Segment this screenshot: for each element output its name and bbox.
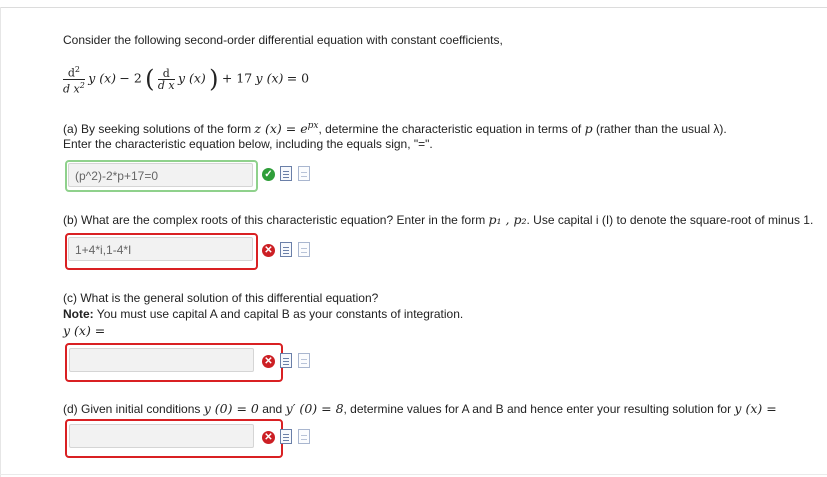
top-divider [0,7,827,8]
help-icon[interactable] [298,353,310,368]
cross-circle-icon: ✕ [262,244,275,257]
part-b-answer-input[interactable]: 1+4*i,1-4*I [68,237,253,261]
part-c-answer-input[interactable] [69,348,254,372]
part-a-prompt: (a) By seeking solutions of the form z (… [63,121,727,136]
cross-circle-icon: ✕ [262,431,275,444]
part-c-note: Note: You must use capital A and capital… [63,307,464,321]
intro-text: Consider the following second-order diff… [63,33,503,47]
part-a-instructions: Enter the characteristic equation below,… [63,137,433,151]
eq-y-2: y (x) [177,70,206,86]
second-derivative-fraction: d2 d x2 [63,65,85,96]
eq-minus-two: − 2 [119,70,142,86]
eq-y-1: y (x) [88,70,117,86]
part-d-prompt: (d) Given initial conditions y (0) = 0 a… [63,401,777,416]
part-c-prompt: (c) What is the general solution of this… [63,291,379,305]
part-b-prompt: (b) What are the complex roots of this c… [63,212,814,227]
help-icon[interactable] [298,166,310,181]
preview-icon[interactable] [280,429,292,444]
part-c-lhs: y (x) = [63,323,106,338]
help-icon[interactable] [298,242,310,257]
left-divider [0,7,1,477]
check-circle-icon: ✓ [262,168,275,181]
cross-circle-icon: ✕ [262,355,275,368]
first-derivative-fraction: d d x [157,66,175,92]
eq-equals-zero: = 0 [286,70,310,86]
preview-icon[interactable] [280,166,292,181]
eq-close-paren: ) [209,65,219,94]
bottom-divider [0,474,827,475]
preview-icon[interactable] [280,353,292,368]
eq-open-paren: ( [145,65,155,94]
part-a-answer-input[interactable]: (p^2)-2*p+17=0 [68,163,253,187]
eq-y-3: y (x) [255,70,284,86]
eq-plus-17: + 17 [221,70,253,86]
part-d-answer-input[interactable] [69,424,254,448]
preview-icon[interactable] [280,242,292,257]
equation: d2 d x2 y (x) − 2 ( d d x y (x) ) + 17 y… [63,64,309,94]
help-icon[interactable] [298,429,310,444]
